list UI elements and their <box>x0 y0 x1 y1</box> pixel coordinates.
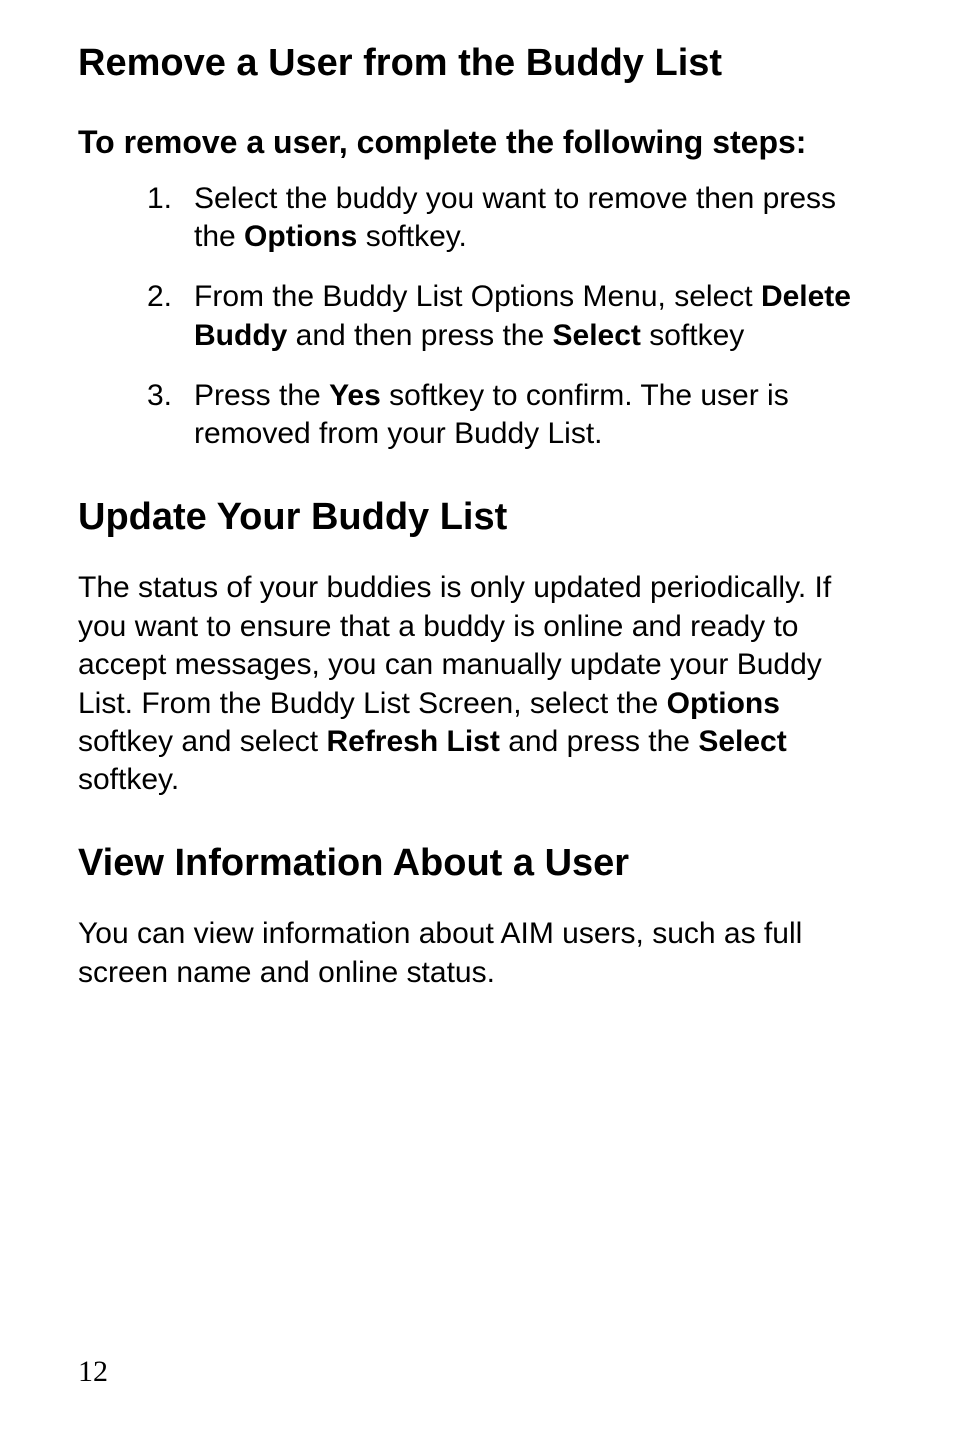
step-3-text: Press the Yes softkey to confirm. The us… <box>194 377 876 454</box>
step-1-text: Select the buddy you want to remove then… <box>194 180 876 257</box>
step-2-pre: From the Buddy List Options Menu, select <box>194 280 761 313</box>
step-3: 3. Press the Yes softkey to confirm. The… <box>138 377 876 454</box>
step-1-number: 1. <box>138 180 172 257</box>
step-3-bold-yes: Yes <box>329 379 381 412</box>
step-2: 2. From the Buddy List Options Menu, sel… <box>138 278 876 355</box>
step-1-bold-options: Options <box>244 220 357 253</box>
section-1-title: Remove a User from the Buddy List <box>78 40 876 88</box>
step-2-number: 2. <box>138 278 172 355</box>
page-number: 12 <box>78 1355 108 1389</box>
section-2-paragraph: The status of your buddies is only updat… <box>78 569 876 799</box>
step-3-number: 3. <box>138 377 172 454</box>
steps-list: 1. Select the buddy you want to remove t… <box>138 180 876 454</box>
step-2-bold-select: Select <box>553 319 641 352</box>
step-1: 1. Select the buddy you want to remove t… <box>138 180 876 257</box>
section-3-title: View Information About a User <box>78 840 876 888</box>
step-3-pre: Press the <box>194 379 329 412</box>
section-2-p3: and press the <box>500 725 698 758</box>
section-1-subtitle: To remove a user, complete the following… <box>78 122 876 162</box>
section-2-bold-options: Options <box>667 687 780 720</box>
step-2-post: softkey <box>641 319 744 352</box>
section-2-p4: softkey. <box>78 763 179 796</box>
step-2-mid: and then press the <box>287 319 552 352</box>
section-3-paragraph: You can view information about AIM users… <box>78 915 876 992</box>
section-2-title: Update Your Buddy List <box>78 494 876 542</box>
section-2-bold-select: Select <box>698 725 786 758</box>
step-2-text: From the Buddy List Options Menu, select… <box>194 278 876 355</box>
section-2-bold-refresh-list: Refresh List <box>326 725 499 758</box>
section-2-p2: softkey and select <box>78 725 326 758</box>
step-1-post: softkey. <box>357 220 466 253</box>
